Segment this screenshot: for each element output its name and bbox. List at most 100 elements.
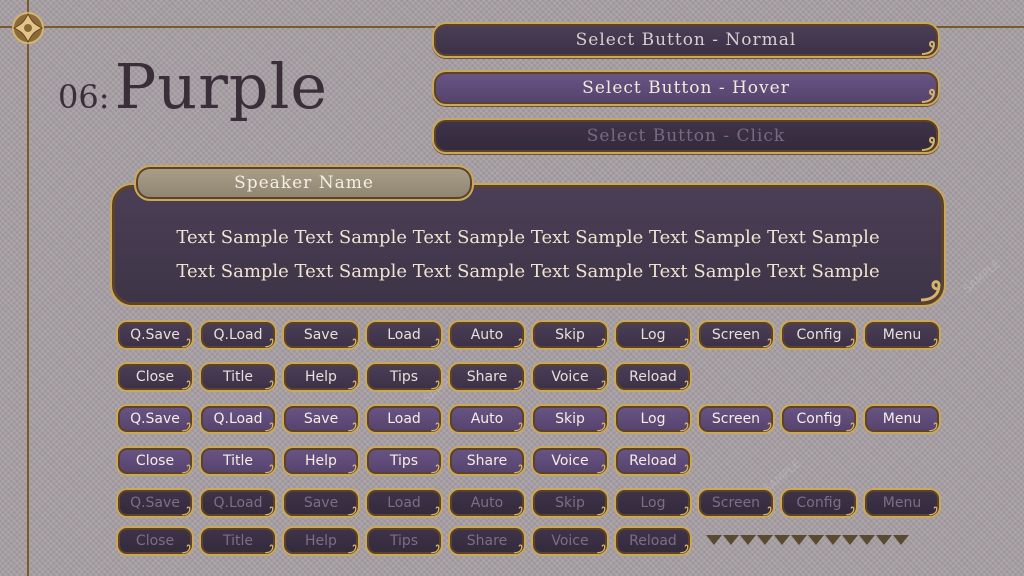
save-button[interactable]: Save [282, 320, 360, 350]
menu-button[interactable]: Menu [863, 320, 941, 350]
swirl-icon [348, 422, 357, 432]
dialog-textbox[interactable]: Text Sample Text Sample Text Sample Text… [110, 183, 946, 307]
button-row-normal: Close Title Help Tips Share Voice Reload [116, 362, 692, 392]
button-label: Share [466, 533, 508, 549]
reload-button[interactable]: Reload [614, 526, 692, 556]
select-button-normal[interactable]: Select Button - Normal [432, 22, 940, 58]
config-button[interactable]: Config [780, 488, 858, 518]
tips-button[interactable]: Tips [365, 526, 443, 556]
page-title: 06: Purple [58, 50, 328, 123]
load-button[interactable]: Load [365, 404, 443, 434]
auto-button[interactable]: Auto [448, 404, 526, 434]
help-button[interactable]: Help [282, 362, 360, 392]
log-button[interactable]: Log [614, 488, 692, 518]
menu-button[interactable]: Menu [863, 404, 941, 434]
page-arrow-icon [876, 535, 892, 545]
config-button[interactable]: Config [780, 404, 858, 434]
qload-button[interactable]: Q.Load [199, 404, 277, 434]
button-row-hover: Close Title Help Tips Share Voice Reload [116, 446, 692, 476]
qsave-button[interactable]: Q.Save [116, 404, 194, 434]
button-label: Voice [551, 453, 589, 469]
reload-button[interactable]: Reload [614, 446, 692, 476]
swirl-icon [846, 422, 855, 432]
button-label: Config [796, 411, 842, 427]
speaker-name: Speaker Name [234, 173, 374, 193]
swirl-icon [348, 506, 357, 516]
voice-button[interactable]: Voice [531, 446, 609, 476]
menu-button[interactable]: Menu [863, 488, 941, 518]
config-button[interactable]: Config [780, 320, 858, 350]
swirl-icon [846, 506, 855, 516]
close-button[interactable]: Close [116, 362, 194, 392]
tips-button[interactable]: Tips [365, 362, 443, 392]
title-button[interactable]: Title [199, 446, 277, 476]
speaker-name-tab: Speaker Name [134, 165, 474, 201]
save-button[interactable]: Save [282, 404, 360, 434]
button-label: Screen [711, 411, 761, 427]
button-label: Close [135, 453, 175, 469]
dialog-line: Text Sample Text Sample Text Sample Text… [176, 227, 880, 248]
button-label: Help [305, 369, 337, 385]
log-button[interactable]: Log [614, 404, 692, 434]
qload-button[interactable]: Q.Load [199, 320, 277, 350]
close-button[interactable]: Close [116, 526, 194, 556]
select-button-hover[interactable]: Select Button - Hover [432, 70, 940, 106]
swirl-icon [514, 380, 523, 390]
help-button[interactable]: Help [282, 446, 360, 476]
skip-button[interactable]: Skip [531, 320, 609, 350]
share-button[interactable]: Share [448, 362, 526, 392]
frame-line-left [27, 0, 29, 576]
button-row-click: Close Title Help Tips Share Voice Reload [116, 526, 692, 556]
page-arrow-icon [774, 535, 790, 545]
button-label: Log [640, 495, 666, 511]
close-button[interactable]: Close [116, 446, 194, 476]
screen-button[interactable]: Screen [697, 320, 775, 350]
auto-button[interactable]: Auto [448, 320, 526, 350]
qload-button[interactable]: Q.Load [199, 488, 277, 518]
help-button[interactable]: Help [282, 526, 360, 556]
button-label: Q.Load [213, 495, 263, 511]
swirl-icon [920, 280, 941, 302]
share-button[interactable]: Share [448, 446, 526, 476]
page-arrow-icon [842, 535, 858, 545]
load-button[interactable]: Load [365, 488, 443, 518]
button-label: Load [387, 495, 421, 511]
save-button[interactable]: Save [282, 488, 360, 518]
screen-button[interactable]: Screen [697, 404, 775, 434]
swirl-icon [597, 464, 606, 474]
screen-button[interactable]: Screen [697, 488, 775, 518]
load-button[interactable]: Load [365, 320, 443, 350]
skip-button[interactable]: Skip [531, 488, 609, 518]
swirl-icon [929, 338, 938, 348]
title-button[interactable]: Title [199, 526, 277, 556]
skip-button[interactable]: Skip [531, 404, 609, 434]
auto-button[interactable]: Auto [448, 488, 526, 518]
log-button[interactable]: Log [614, 320, 692, 350]
swirl-icon [680, 338, 689, 348]
select-button-label: Select Button - Normal [575, 30, 797, 50]
button-label: Log [640, 411, 666, 427]
select-button-click[interactable]: Select Button - Click [432, 118, 940, 154]
voice-button[interactable]: Voice [531, 526, 609, 556]
reload-button[interactable]: Reload [614, 362, 692, 392]
share-button[interactable]: Share [448, 526, 526, 556]
swirl-icon [431, 422, 440, 432]
swirl-icon [348, 464, 357, 474]
title-button[interactable]: Title [199, 362, 277, 392]
swirl-icon [514, 464, 523, 474]
watermark-text: SAMPLE [960, 257, 1003, 296]
button-label: Menu [882, 327, 922, 343]
swirl-icon [680, 380, 689, 390]
select-button-label: Select Button - Click [586, 126, 786, 146]
button-label: Tips [389, 369, 419, 385]
tips-button[interactable]: Tips [365, 446, 443, 476]
qsave-button[interactable]: Q.Save [116, 488, 194, 518]
voice-button[interactable]: Voice [531, 362, 609, 392]
page-arrow-icon [723, 535, 739, 545]
button-label: Close [135, 533, 175, 549]
qsave-button[interactable]: Q.Save [116, 320, 194, 350]
swirl-icon [348, 380, 357, 390]
button-label: Load [387, 327, 421, 343]
swirl-icon [929, 506, 938, 516]
button-label: Auto [470, 327, 504, 343]
